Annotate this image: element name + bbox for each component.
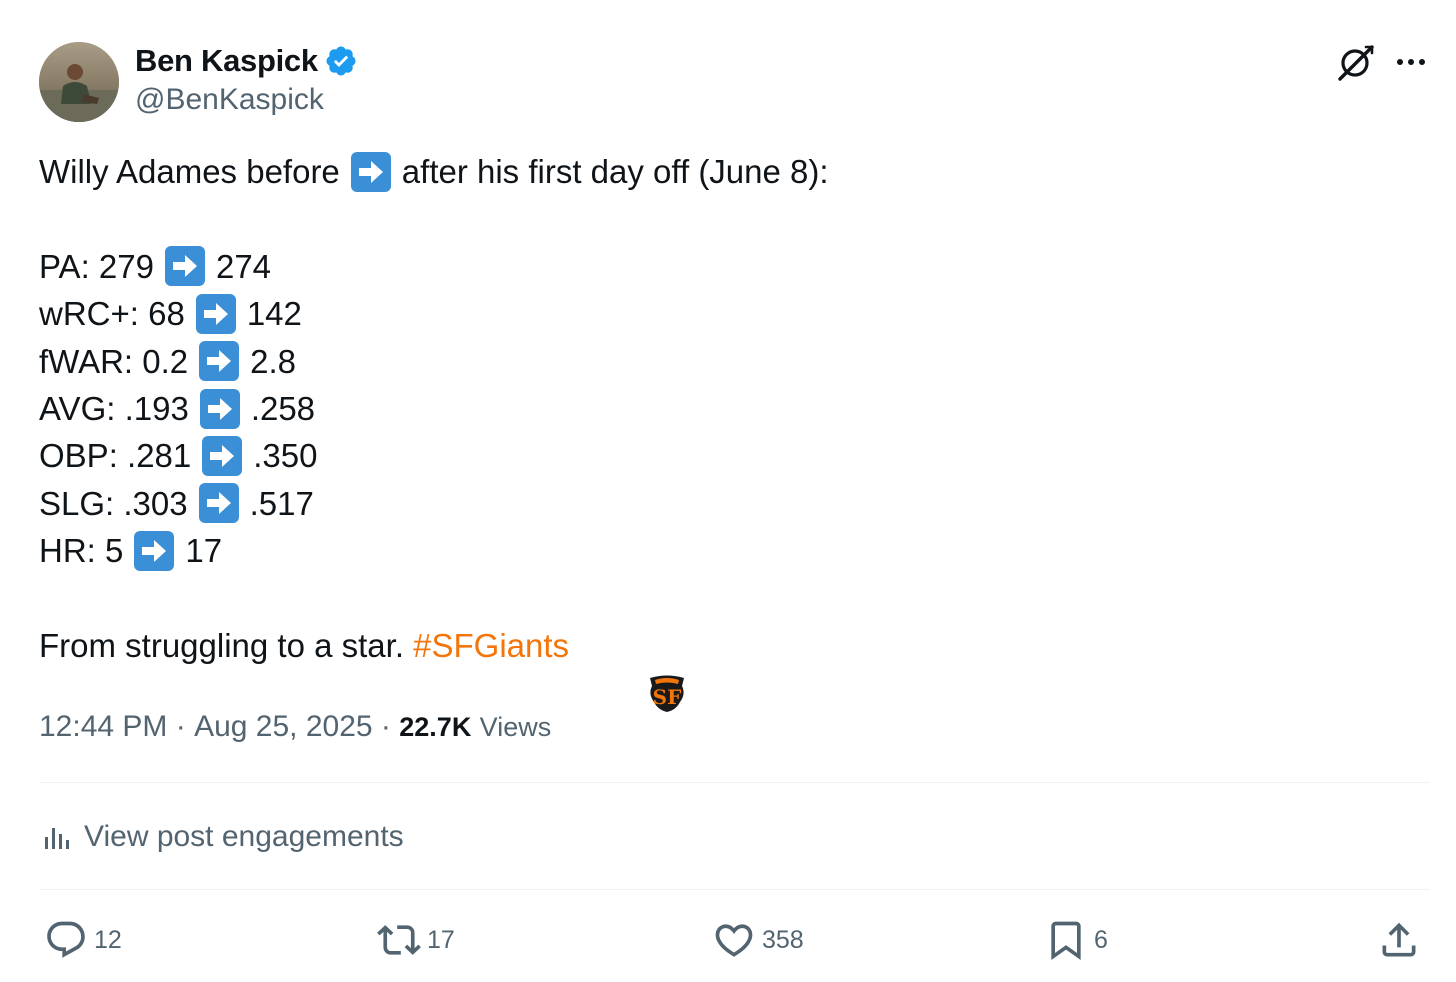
right-arrow-emoji xyxy=(350,151,392,193)
sf-giants-logo: SF xyxy=(573,625,685,712)
stat-after: 274 xyxy=(215,247,272,285)
intro-after-text: after his first day off (June 8): xyxy=(401,153,829,190)
tweet-text: Willy Adames before after his first day … xyxy=(39,148,1419,712)
verified-badge-icon[interactable] xyxy=(324,44,358,78)
reply-count: 12 xyxy=(94,925,122,954)
stat-before: PA: 279 xyxy=(39,247,154,285)
bookmark-button[interactable]: 6 xyxy=(1044,914,1108,966)
bar-chart-icon xyxy=(45,828,69,849)
author-name-row[interactable]: Ben Kaspick xyxy=(135,40,358,82)
meta-separator: · xyxy=(372,710,400,743)
right-arrow-emoji xyxy=(198,340,240,382)
heart-icon xyxy=(715,924,753,957)
view-engagements-button[interactable]: View post engagements xyxy=(40,812,404,862)
stat-after: 17 xyxy=(185,532,223,570)
tweet-time[interactable]: 12:44 PM xyxy=(39,710,167,744)
tweet: Ben Kaspick @BenKaspick Willy Adames bef… xyxy=(0,0,1456,982)
right-arrow-emoji xyxy=(198,482,240,524)
hashtag-link[interactable]: #SFGiants xyxy=(413,622,569,669)
tweet-intro-line: Willy Adames before after his first day … xyxy=(39,148,1419,195)
right-arrow-emoji xyxy=(199,388,241,430)
divider xyxy=(39,782,1430,783)
stat-before: SLG: .303 xyxy=(39,484,188,522)
intro-text: Willy Adames before xyxy=(39,153,340,190)
repost-count: 17 xyxy=(427,925,455,954)
bookmark-icon xyxy=(1051,921,1081,961)
stat-before: wRC+: 68 xyxy=(39,295,185,333)
repost-icon xyxy=(377,925,421,955)
bookmark-count: 6 xyxy=(1094,925,1108,954)
stat-before: HR: 5 xyxy=(39,532,124,570)
stat-line: HR: 5 17 xyxy=(39,527,1419,574)
grok-icon[interactable] xyxy=(1334,42,1378,82)
share-icon xyxy=(1382,922,1416,957)
closing-text: From struggling to a star. xyxy=(39,626,404,664)
stat-line: SLG: .303 .517 xyxy=(39,480,1419,527)
views-count: 22.7K xyxy=(399,711,472,742)
avatar[interactable] xyxy=(39,42,119,122)
author-handle[interactable]: @BenKaspick xyxy=(135,83,324,117)
like-count: 358 xyxy=(762,925,804,954)
stat-after: 2.8 xyxy=(250,342,297,380)
right-arrow-emoji xyxy=(201,435,243,477)
views-label: Views xyxy=(479,711,552,742)
share-button[interactable] xyxy=(1377,914,1427,966)
stats-list: PA: 279 274 wRC+: 68 142 fWAR: 0.2 2.8 A… xyxy=(39,243,1419,575)
author-display-name[interactable]: Ben Kaspick xyxy=(135,43,318,79)
stat-line: OBP: .281 .350 xyxy=(39,432,1419,479)
stat-line: PA: 279 274 xyxy=(39,243,1419,290)
svg-text:SF: SF xyxy=(653,685,682,709)
meta-separator: · xyxy=(167,710,195,743)
view-engagements-label: View post engagements xyxy=(84,820,404,853)
reply-button[interactable]: 12 xyxy=(44,914,122,966)
stat-before: AVG: .193 xyxy=(39,389,189,427)
stat-before: OBP: .281 xyxy=(39,437,192,475)
divider xyxy=(39,889,1430,890)
tweet-closing-line: From struggling to a star. #SFGiants SF xyxy=(39,622,1419,712)
right-arrow-emoji xyxy=(195,293,237,335)
right-arrow-emoji xyxy=(133,530,175,572)
stat-after: .258 xyxy=(250,389,316,427)
more-icon[interactable] xyxy=(1390,46,1434,78)
stat-line: AVG: .193 .258 xyxy=(39,385,1419,432)
tweet-meta: 12:44 PM · Aug 25, 2025 · 22.7K Views xyxy=(39,705,551,749)
stat-after: .350 xyxy=(253,437,318,475)
tweet-date[interactable]: Aug 25, 2025 xyxy=(194,710,373,744)
repost-button[interactable]: 17 xyxy=(377,914,455,966)
like-button[interactable]: 358 xyxy=(712,914,804,966)
stat-line: fWAR: 0.2 2.8 xyxy=(39,338,1419,385)
stat-before: fWAR: 0.2 xyxy=(39,342,189,380)
stat-after: .517 xyxy=(249,484,314,522)
reply-icon xyxy=(47,921,85,958)
stat-line: wRC+: 68 142 xyxy=(39,290,1419,337)
stat-after: 142 xyxy=(246,295,302,333)
right-arrow-emoji xyxy=(164,245,206,287)
